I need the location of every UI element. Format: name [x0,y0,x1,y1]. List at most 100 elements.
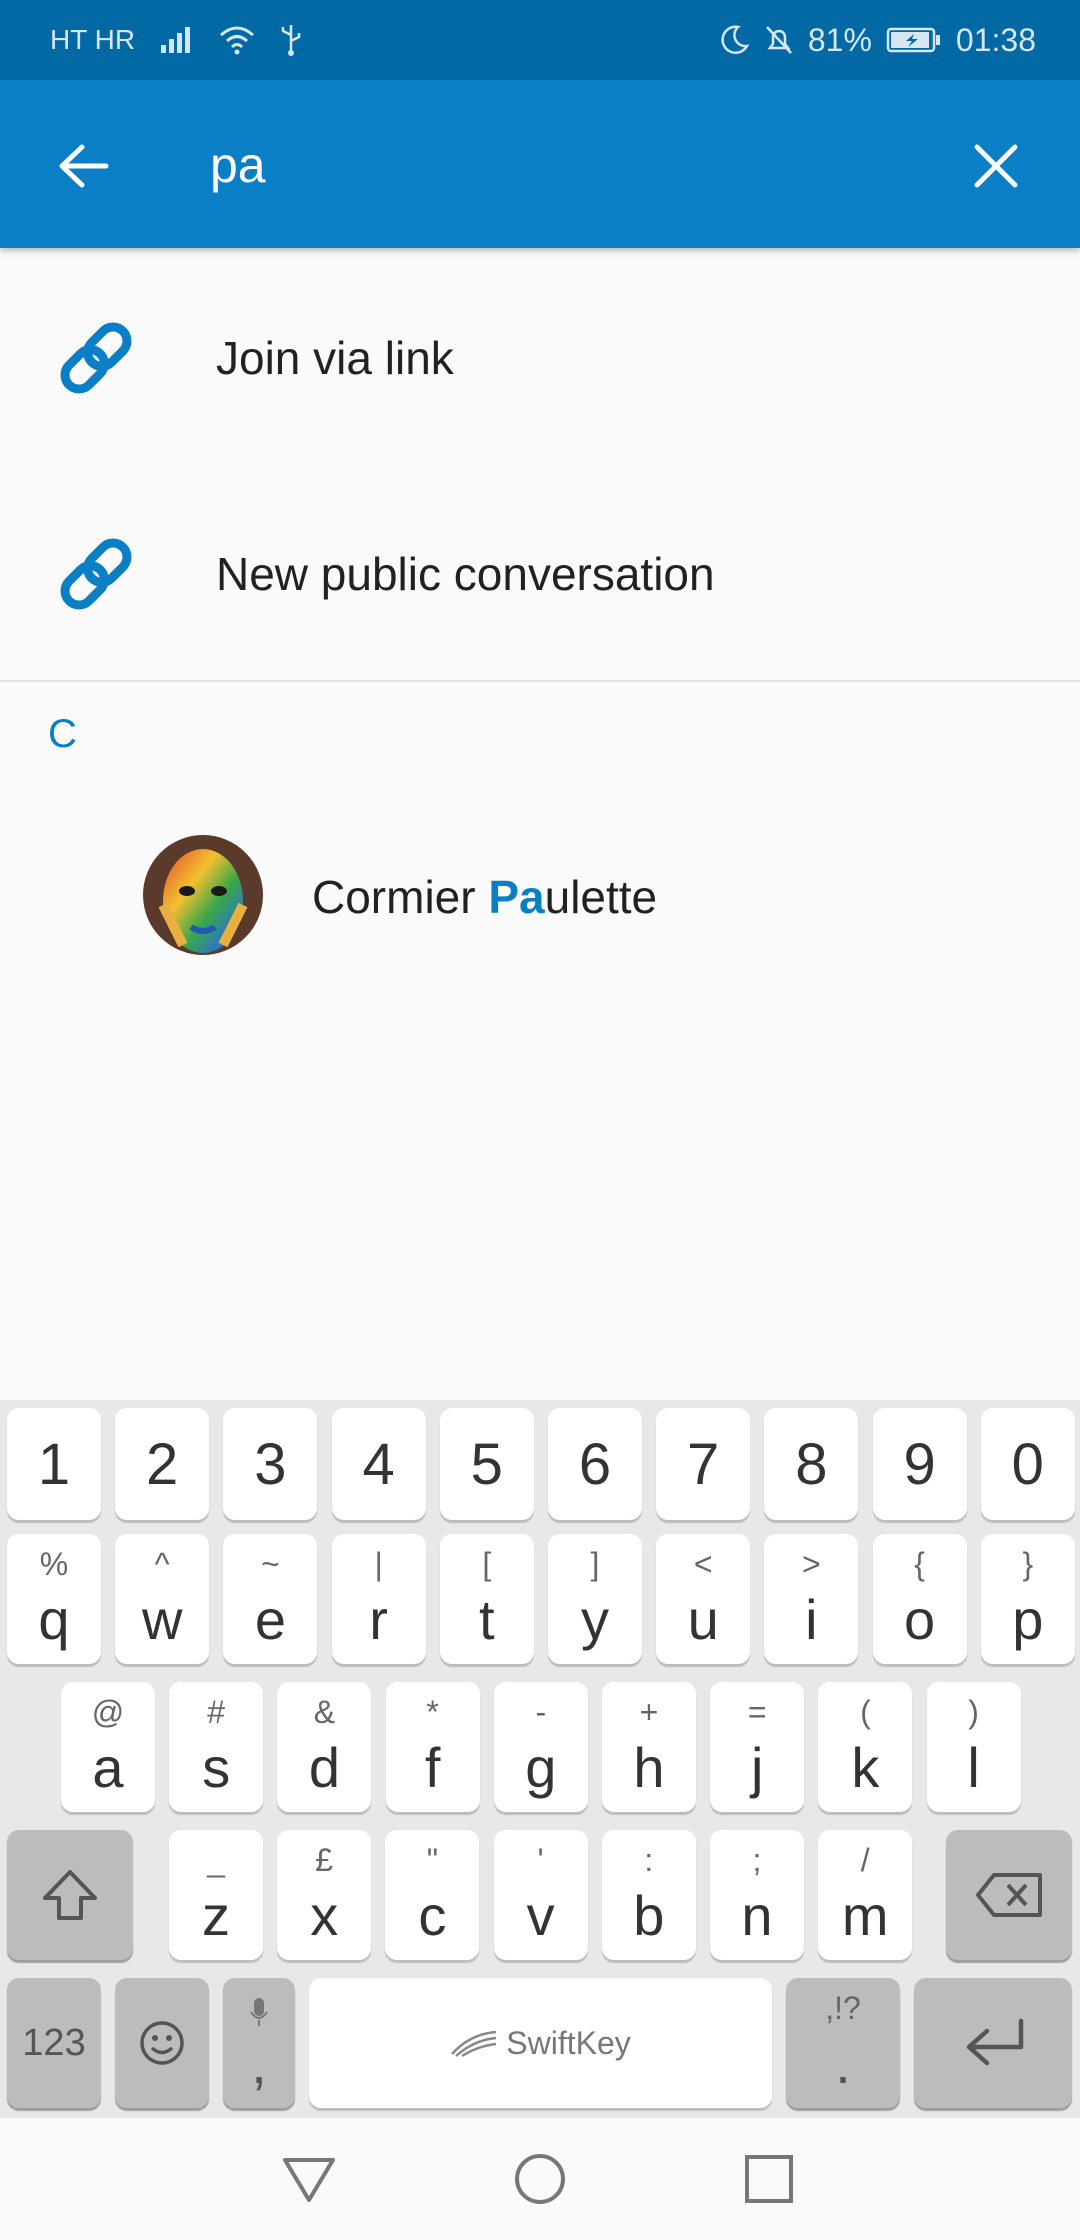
key-secondary-label: + [639,1694,659,1730]
key-label: 4 [362,1432,395,1497]
key-d[interactable]: & d [277,1682,372,1812]
emoji-key[interactable] [115,1978,209,2108]
nav-recents-button[interactable] [736,2146,802,2212]
key-m[interactable]: / m [818,1830,913,1960]
space-key-label: SwiftKey [506,2024,631,2061]
key-secondary-label: - [535,1694,547,1730]
search-input[interactable] [210,120,910,210]
key-i[interactable]: > i [764,1534,859,1664]
wifi-icon [219,25,255,55]
key-label: w [141,1588,183,1651]
key-label: q [38,1588,70,1651]
key-y[interactable]: ] y [548,1534,642,1664]
join-via-link-row[interactable]: Join via link [0,250,1080,466]
period-key[interactable]: ,!? . [786,1978,900,2108]
key-w[interactable]: ^ w [115,1534,210,1664]
key-secondary-label: & [313,1694,336,1730]
key-label: j [750,1736,764,1799]
key-label: v [526,1884,555,1947]
key-l[interactable]: ) l [926,1682,1021,1812]
back-button[interactable] [48,134,120,198]
key-8[interactable]: 8 [764,1408,859,1520]
key-label: z [202,1884,230,1947]
key-h[interactable]: + h [602,1682,696,1812]
key-4[interactable]: 4 [331,1408,426,1520]
comma-key[interactable]: , [223,1978,295,2108]
numbers-key-label: 123 [22,2021,86,2064]
key-label: n [741,1884,773,1947]
key-b[interactable]: :b [601,1830,696,1960]
key-secondary-label: # [207,1694,226,1730]
key-2[interactable]: 2 [115,1408,210,1520]
key-a[interactable]: @ a [61,1682,155,1812]
key-s[interactable]: # s [169,1682,264,1812]
key-label: p [1012,1588,1044,1651]
backspace-key[interactable] [946,1830,1072,1960]
key-9[interactable]: 9 [872,1408,967,1520]
comma-key-label: , [251,2032,267,2095]
square-recents-icon [745,2155,793,2203]
key-label: 9 [903,1432,936,1497]
section-header: C [48,712,77,756]
new-public-conversation-row[interactable]: New public conversation [0,466,1080,682]
key-z[interactable]: _ z [169,1830,263,1960]
contact-name-match: Pa [488,871,545,923]
smiley-icon [140,2021,184,2065]
key-secondary-label: [ [482,1546,492,1582]
key-v[interactable]: ' v [493,1830,588,1960]
key-label: 1 [37,1432,71,1497]
key-secondary-label: | [374,1546,383,1582]
key-secondary-label: { [914,1546,925,1582]
key-f[interactable]: * f [385,1682,480,1812]
space-key[interactable]: SwiftKey [309,1978,772,2108]
battery-percent: 81% [807,21,872,58]
key-q[interactable]: % q [7,1534,101,1664]
key-1[interactable]: 1 [7,1408,101,1520]
key-x[interactable]: £ x [277,1830,372,1960]
key-secondary-label: ~ [261,1546,280,1582]
key-label: u [687,1588,719,1651]
key-label: s [202,1736,231,1799]
key-j[interactable]: = j [710,1682,805,1812]
numbers-key[interactable]: 123 [7,1978,101,2108]
key-label: r [369,1588,388,1651]
enter-key[interactable] [914,1978,1072,2108]
key-secondary-label: % [39,1546,69,1582]
key-o[interactable]: {o [872,1534,967,1664]
key-k[interactable]: (k [818,1682,913,1812]
key-secondary-label: > [802,1546,821,1582]
key-label: d [308,1736,340,1799]
arrow-left-icon [59,144,109,188]
key-secondary-label: ) [968,1694,979,1730]
clear-search-button[interactable] [956,134,1036,198]
key-p[interactable]: } p [980,1534,1075,1664]
key-secondary-label: < [693,1546,713,1582]
signal-icon [159,25,195,55]
key-secondary-label: @ [91,1694,125,1730]
key-label: l [967,1736,980,1799]
microphone-icon [250,1998,268,2026]
key-label: c [418,1884,447,1947]
contact-list-item[interactable]: Cormier Paulette [0,820,1080,970]
carrier-label: HT HR [50,24,136,55]
key-r[interactable]: | r [331,1534,426,1664]
key-n[interactable]: ; n [710,1830,804,1960]
navigation-bar [0,2118,1080,2240]
usb-icon [279,23,303,57]
key-t[interactable]: [t [439,1534,534,1664]
nav-home-button[interactable] [507,2146,573,2212]
avatar [143,835,263,955]
key-3[interactable]: 3 [223,1408,318,1520]
key-e[interactable]: ~ e [223,1534,318,1664]
key-u[interactable]: < u [656,1534,751,1664]
key-5[interactable]: 5 [439,1408,534,1520]
shift-key[interactable] [7,1830,133,1960]
search-app-bar [0,80,1080,248]
key-6[interactable]: 6 [548,1408,642,1520]
key-0[interactable]: 0 [980,1408,1075,1520]
nav-back-button[interactable] [276,2146,342,2212]
link-icon [60,538,132,610]
key-7[interactable]: 7 [656,1408,751,1520]
key-c[interactable]: " c [385,1830,480,1960]
key-g[interactable]: -g [493,1682,588,1812]
